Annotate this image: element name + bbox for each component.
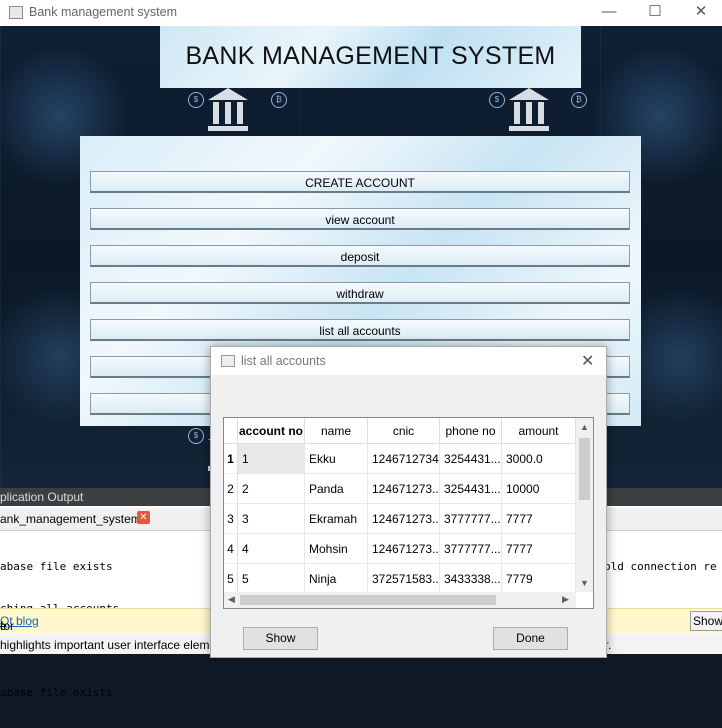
column-header-phone-no[interactable]: phone no (440, 418, 502, 444)
view-account-button[interactable]: view account (90, 208, 630, 230)
table-cell[interactable]: 1246712734 (368, 444, 440, 474)
table-cell[interactable]: Ekramah (305, 504, 368, 534)
dialog-titlebar: list all accounts ✕ (211, 347, 606, 375)
console-line: abase file exists (0, 560, 113, 573)
table-cell[interactable]: 124671273... (368, 504, 440, 534)
table-cell[interactable]: 5 (238, 564, 305, 594)
banner: BANK MANAGEMENT SYSTEM (160, 26, 581, 88)
table-cell[interactable]: Mohsin (305, 534, 368, 564)
console-line: abase file exists (0, 686, 113, 699)
withdraw-button[interactable]: withdraw (90, 282, 630, 304)
row-header[interactable]: 4 (224, 534, 238, 564)
vertical-scroll-thumb[interactable] (579, 438, 590, 500)
minimize-button[interactable]: — (586, 0, 632, 26)
table-cell[interactable]: Ninja (305, 564, 368, 594)
close-tab-icon[interactable]: ✕ (137, 511, 150, 524)
scroll-right-icon[interactable]: ▶ (562, 594, 569, 605)
table-cell[interactable]: 7777 (502, 504, 576, 534)
coin-icon: $ (188, 92, 204, 108)
create-account-button[interactable]: CREATE ACCOUNT (90, 171, 630, 193)
app-icon (9, 6, 23, 19)
horizontal-scrollbar[interactable]: ◀ ▶ (224, 592, 576, 608)
done-button[interactable]: Done (493, 627, 568, 650)
bitcoin-icon: ₿ (571, 92, 587, 108)
dialog-title: list all accounts (241, 354, 326, 368)
row-header[interactable]: 3 (224, 504, 238, 534)
vertical-scrollbar[interactable]: ▲ ▼ (576, 418, 593, 592)
dialog-app-icon (221, 355, 235, 367)
table-cell[interactable]: 7779 (502, 564, 576, 594)
show-button[interactable]: Show (243, 627, 318, 650)
close-button[interactable]: ✕ (678, 0, 722, 26)
column-header-name[interactable]: name (305, 418, 368, 444)
window-title: Bank management system (29, 5, 177, 19)
row-header[interactable]: 1 (224, 444, 238, 474)
info-show-button[interactable]: Show (690, 611, 722, 631)
table-cell[interactable]: Ekku (305, 444, 368, 474)
accounts-table[interactable]: account no name cnic phone no amount 1 1… (223, 417, 594, 609)
maximize-button[interactable]: ☐ (632, 0, 678, 26)
table-cell[interactable]: 7777 (502, 534, 576, 564)
table-cell[interactable]: 124671273... (368, 474, 440, 504)
console-line-right: old connection re (604, 560, 717, 573)
table-cell[interactable]: 3777777... (440, 504, 502, 534)
window-titlebar: Bank management system — ☐ ✕ (0, 0, 722, 26)
table-cell[interactable]: 3433338... (440, 564, 502, 594)
list-all-accounts-button[interactable]: list all accounts (90, 319, 630, 341)
row-header[interactable]: 5 (224, 564, 238, 594)
table-cell[interactable]: 3000.0 (502, 444, 576, 474)
horizontal-scroll-thumb[interactable] (240, 595, 496, 605)
table-cell[interactable]: 124671273... (368, 534, 440, 564)
row-header[interactable]: 2 (224, 474, 238, 504)
scroll-up-icon[interactable]: ▲ (580, 422, 589, 432)
bank-icon (509, 88, 549, 132)
column-header-account-no[interactable]: account no (238, 418, 305, 444)
table-cell[interactable]: 3254431... (440, 444, 502, 474)
table-cell[interactable]: 3777777... (440, 534, 502, 564)
output-tab[interactable]: ank_management_system (0, 512, 141, 526)
table-cell[interactable]: 3254431... (440, 474, 502, 504)
scroll-left-icon[interactable]: ◀ (228, 594, 235, 605)
deposit-button[interactable]: deposit (90, 245, 630, 267)
column-header-cnic[interactable]: cnic (368, 418, 440, 444)
coin-icon: $ (489, 92, 505, 108)
column-header-amount[interactable]: amount (502, 418, 576, 444)
table-cell[interactable]: 3 (238, 504, 305, 534)
banner-title: BANK MANAGEMENT SYSTEM (185, 42, 556, 70)
list-accounts-dialog: list all accounts ✕ account no name cnic… (210, 346, 607, 658)
table-cell[interactable]: 4 (238, 534, 305, 564)
highlight-text: highlights important user interface elem… (0, 638, 217, 652)
dialog-close-icon[interactable]: ✕ (581, 351, 594, 371)
corner-header[interactable] (224, 418, 238, 444)
bank-icon (208, 88, 248, 132)
table-cell[interactable]: Panda (305, 474, 368, 504)
table-cell[interactable]: 372571583... (368, 564, 440, 594)
table-cell[interactable]: 2 (238, 474, 305, 504)
bitcoin-icon: ₿ (271, 92, 287, 108)
table-cell[interactable]: 10000 (502, 474, 576, 504)
output-pane-title: plication Output (0, 490, 84, 504)
table-cell[interactable]: 1 (238, 444, 305, 474)
scroll-down-icon[interactable]: ▼ (580, 578, 589, 588)
coin-icon: $ (188, 428, 204, 444)
